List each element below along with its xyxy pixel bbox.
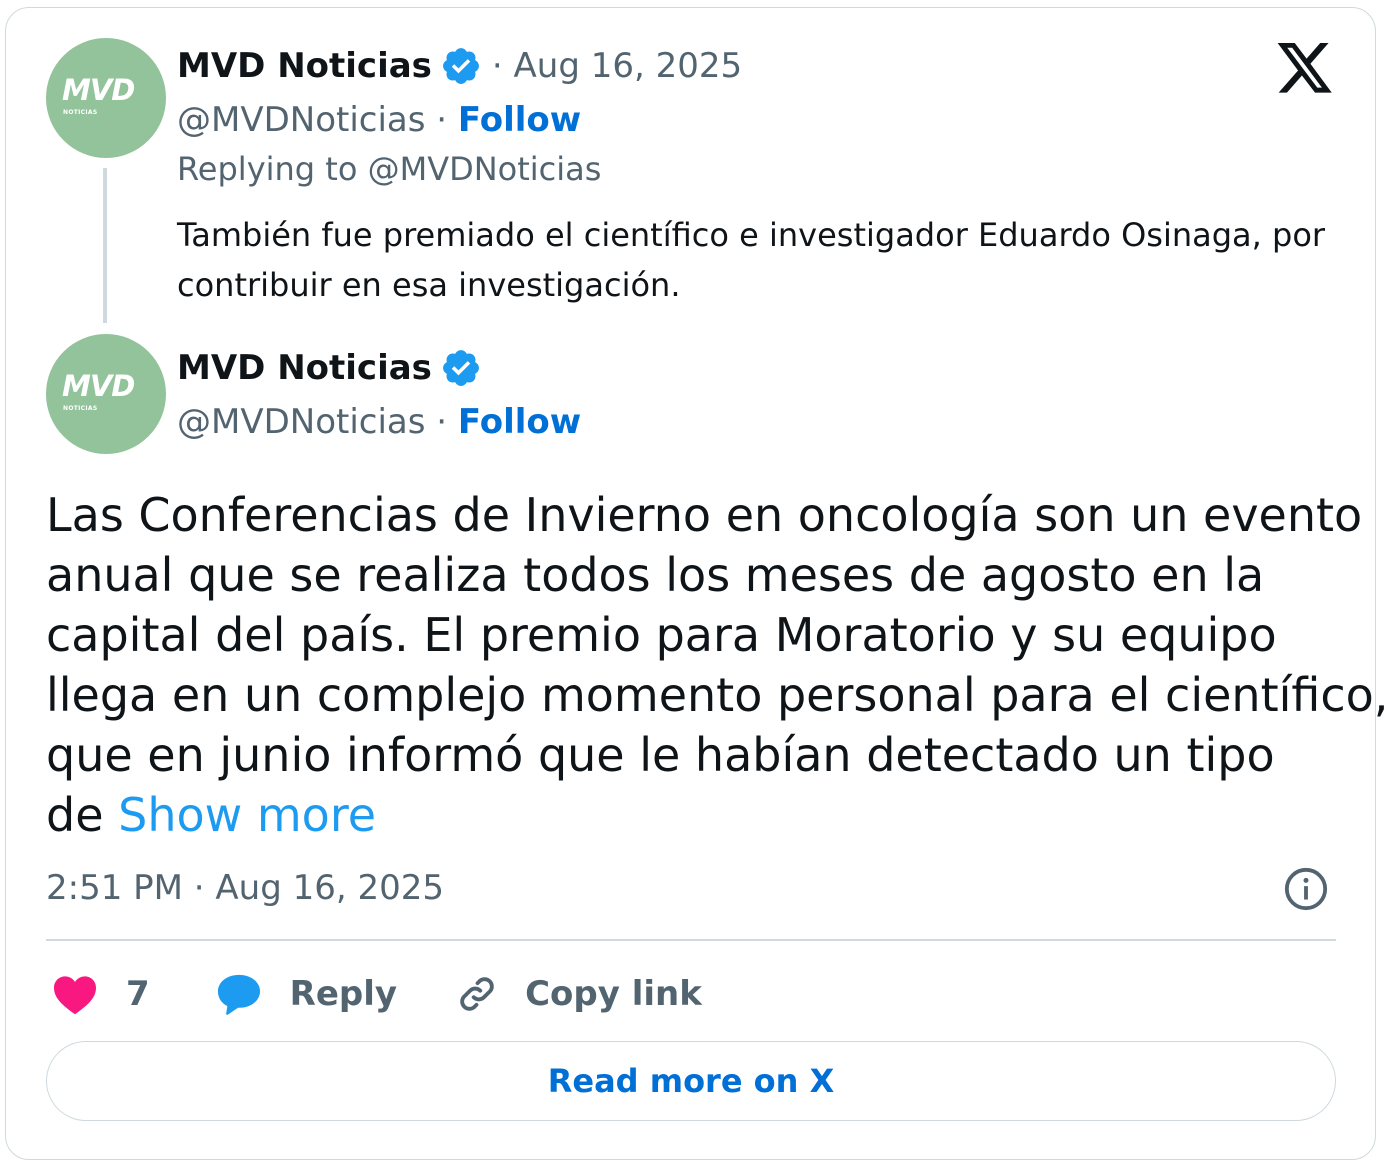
author-name[interactable]: MVD Noticias — [177, 348, 432, 388]
copy-link-label: Copy link — [525, 974, 702, 1014]
reply-tweet-text: También fue premiado el científico e inv… — [177, 216, 1326, 304]
reply-button[interactable]: Reply — [216, 972, 397, 1016]
separator-dot: · — [436, 100, 458, 140]
divider — [46, 939, 1336, 941]
action-bar: 7 Reply Copy link — [52, 966, 702, 1022]
tweet-text-line: que en junio informó que le habían detec… — [46, 728, 1275, 782]
tweet-text-line: anual que se realiza todos los meses de … — [46, 548, 1265, 602]
separator-dot: · — [436, 402, 458, 442]
tweet-date[interactable]: · Aug 16, 2025 — [492, 46, 742, 86]
avatar-logo-subtext: NOTICIAS — [63, 109, 98, 116]
main-author-row: MVD Noticias — [177, 344, 482, 392]
like-count: 7 — [126, 974, 150, 1014]
thread-connector-line — [103, 168, 107, 323]
like-button[interactable]: 7 — [52, 973, 150, 1015]
verified-badge-icon — [442, 350, 479, 386]
main-handle-row: @MVDNoticias · Follow — [177, 402, 581, 442]
avatar-logo-subtext: NOTICIAS — [63, 405, 98, 412]
author-name[interactable]: MVD Noticias — [177, 46, 432, 86]
tweet-text-line: llega en un complejo momento personal pa… — [46, 668, 1385, 722]
tweet-text-last-line: de Show more — [46, 785, 1346, 845]
verified-badge-icon — [442, 48, 479, 84]
info-icon[interactable] — [1283, 866, 1329, 912]
reply-author-row: MVD Noticias · Aug 16, 2025 — [177, 42, 742, 90]
tweet-timestamp[interactable]: 2:51 PM · Aug 16, 2025 — [46, 868, 444, 908]
speech-bubble-icon — [217, 974, 260, 1015]
replying-to-label[interactable]: Replying to @MVDNoticias — [177, 150, 601, 188]
read-more-button[interactable]: Read more on X — [46, 1041, 1336, 1121]
avatar-logo-text: MVD — [62, 73, 135, 107]
tweet-text-line: capital del país. El premio para Morator… — [46, 608, 1277, 662]
x-logo-icon[interactable] — [1277, 43, 1334, 95]
tweet-text-line: de — [46, 788, 104, 842]
follow-button[interactable]: Follow — [458, 402, 581, 442]
author-handle[interactable]: @MVDNoticias — [177, 100, 425, 140]
avatar-logo-text: MVD — [62, 369, 135, 403]
link-icon — [460, 977, 494, 1011]
tweet-text-line: Las Conferencias de Invierno en oncologí… — [46, 488, 1363, 542]
author-handle[interactable]: @MVDNoticias — [177, 402, 425, 442]
show-more-link[interactable]: Show more — [118, 788, 376, 842]
heart-icon — [54, 976, 96, 1015]
author-avatar[interactable]: MVD NOTICIAS — [46, 334, 166, 454]
follow-button[interactable]: Follow — [458, 100, 581, 140]
reply-handle-row: @MVDNoticias · Follow — [177, 100, 581, 140]
main-tweet-text: Las Conferencias de Invierno en oncologí… — [46, 485, 1385, 845]
reply-label: Reply — [289, 974, 398, 1014]
copy-link-button[interactable]: Copy link — [455, 972, 702, 1016]
author-avatar[interactable]: MVD NOTICIAS — [46, 38, 166, 158]
read-more-label: Read more on X — [547, 1062, 835, 1100]
